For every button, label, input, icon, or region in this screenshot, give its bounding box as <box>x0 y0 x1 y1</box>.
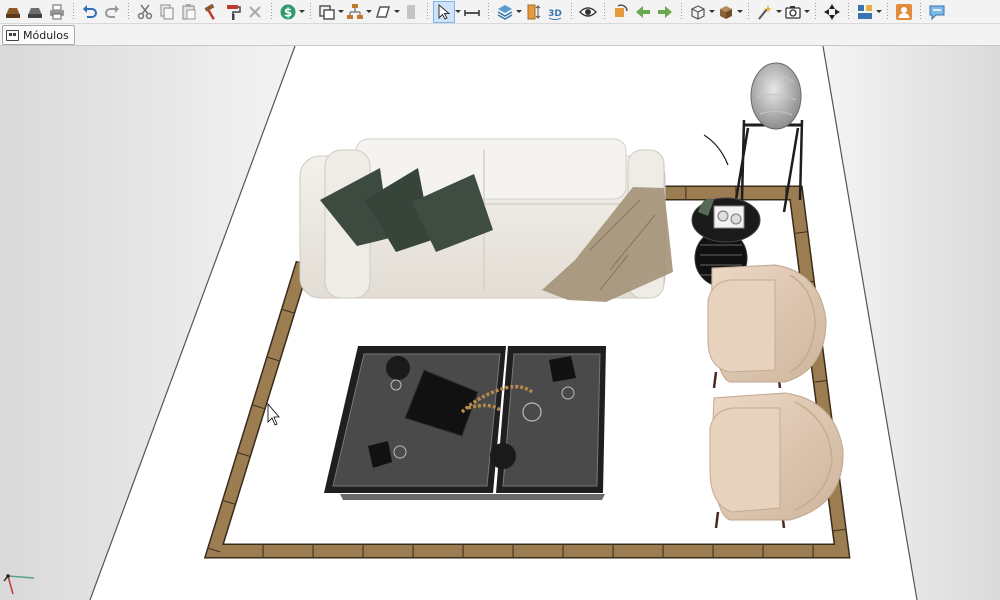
rooms-icon <box>319 4 335 20</box>
modules-icon <box>6 29 19 41</box>
toolbar-separator <box>271 2 272 21</box>
budget-dropdown[interactable] <box>299 1 305 23</box>
open-project-icon <box>6 7 20 18</box>
toolbar-separator <box>128 2 129 21</box>
room-scene <box>0 46 1000 600</box>
print-icon <box>50 4 64 19</box>
delete-icon <box>249 5 261 18</box>
toolbar-separator <box>920 2 921 21</box>
eye-icon <box>579 6 597 17</box>
toolbar-separator <box>427 2 428 21</box>
user-icon <box>896 3 912 20</box>
layers-tree-button[interactable] <box>344 1 366 23</box>
redo-icon <box>105 4 119 18</box>
move-right-button[interactable] <box>654 1 676 23</box>
layout-button[interactable] <box>854 1 876 23</box>
3d-view-icon: 3D <box>548 9 562 20</box>
module-bar: Módulos <box>0 24 1000 46</box>
measure-button[interactable] <box>461 1 483 23</box>
camera-icon <box>785 5 801 19</box>
wall-icon <box>407 4 415 19</box>
move-right-icon <box>658 5 672 18</box>
svg-text:3D: 3D <box>548 9 562 19</box>
navigate-button[interactable] <box>821 1 843 23</box>
cube-outline-button[interactable] <box>687 1 709 23</box>
budget-icon: $ <box>280 4 296 19</box>
save-project-icon <box>28 7 42 18</box>
rotate-object-icon <box>615 3 628 17</box>
hammer-button[interactable] <box>200 1 222 23</box>
user-button[interactable] <box>893 1 915 23</box>
move-left-icon <box>636 5 650 18</box>
cube-outline-icon <box>691 4 705 20</box>
3d-viewport[interactable] <box>0 46 1000 600</box>
elevation-icon <box>527 4 541 19</box>
hammer-icon <box>204 3 215 20</box>
select-arrow-icon <box>438 3 451 20</box>
chat-icon <box>929 5 945 20</box>
paste-button[interactable] <box>178 1 200 23</box>
toolbar-separator <box>681 2 682 21</box>
3d-view-button[interactable]: 3D <box>544 1 566 23</box>
print-button[interactable] <box>46 1 68 23</box>
rotate-object-button[interactable] <box>610 1 632 23</box>
toolbar-separator <box>887 2 888 21</box>
box-icon <box>720 5 732 19</box>
modules-button[interactable]: Módulos <box>2 25 75 45</box>
chat-button[interactable] <box>926 1 948 23</box>
box-button[interactable] <box>715 1 737 23</box>
select-button[interactable] <box>433 0 455 23</box>
paste-icon <box>182 3 196 19</box>
toolbar-separator <box>571 2 572 21</box>
toolbar-separator <box>310 2 311 21</box>
main-toolbar: $ 3D <box>0 0 1000 24</box>
camera-dropdown[interactable] <box>804 1 810 23</box>
visibility-button[interactable] <box>577 1 599 23</box>
sofa <box>299 138 673 302</box>
cut-button[interactable] <box>134 1 156 23</box>
cut-icon <box>137 4 153 19</box>
copy-button[interactable] <box>156 1 178 23</box>
toolbar-separator <box>488 2 489 21</box>
redo-button[interactable] <box>101 1 123 23</box>
undo-icon <box>83 4 97 18</box>
elevation-button[interactable] <box>522 1 544 23</box>
undo-button[interactable] <box>79 1 101 23</box>
camera-button[interactable] <box>782 1 804 23</box>
stack-button[interactable] <box>494 1 516 23</box>
armchair-top <box>707 264 827 389</box>
save-project-button[interactable] <box>24 1 46 23</box>
layout-dropdown[interactable] <box>876 1 882 23</box>
shape-button[interactable] <box>372 1 394 23</box>
shape-icon <box>375 5 391 18</box>
toolbar-separator <box>748 2 749 21</box>
budget-button[interactable]: $ <box>277 1 299 23</box>
box-dropdown[interactable] <box>737 1 743 23</box>
rooms-button[interactable] <box>316 1 338 23</box>
stack-icon <box>497 4 513 20</box>
paint-roller-icon <box>227 4 241 20</box>
toolbar-separator <box>73 2 74 21</box>
coffee-table <box>324 346 606 500</box>
magic-wand-icon <box>758 4 772 20</box>
move-left-button[interactable] <box>632 1 654 23</box>
modules-button-label: Módulos <box>23 28 69 42</box>
layout-icon <box>858 4 872 19</box>
layers-tree-icon <box>347 3 363 19</box>
copy-icon <box>160 4 174 19</box>
measure-icon <box>464 9 480 16</box>
paint-roller-button[interactable] <box>222 1 244 23</box>
navigate-icon <box>824 3 840 20</box>
toolbar-separator <box>604 2 605 21</box>
wall-button[interactable] <box>400 1 422 23</box>
open-project-button[interactable] <box>2 1 24 23</box>
toolbar-separator <box>815 2 816 21</box>
magic-wand-button[interactable] <box>754 1 776 23</box>
toolbar-separator <box>848 2 849 21</box>
delete-button[interactable] <box>244 1 266 23</box>
svg-text:$: $ <box>284 5 292 19</box>
